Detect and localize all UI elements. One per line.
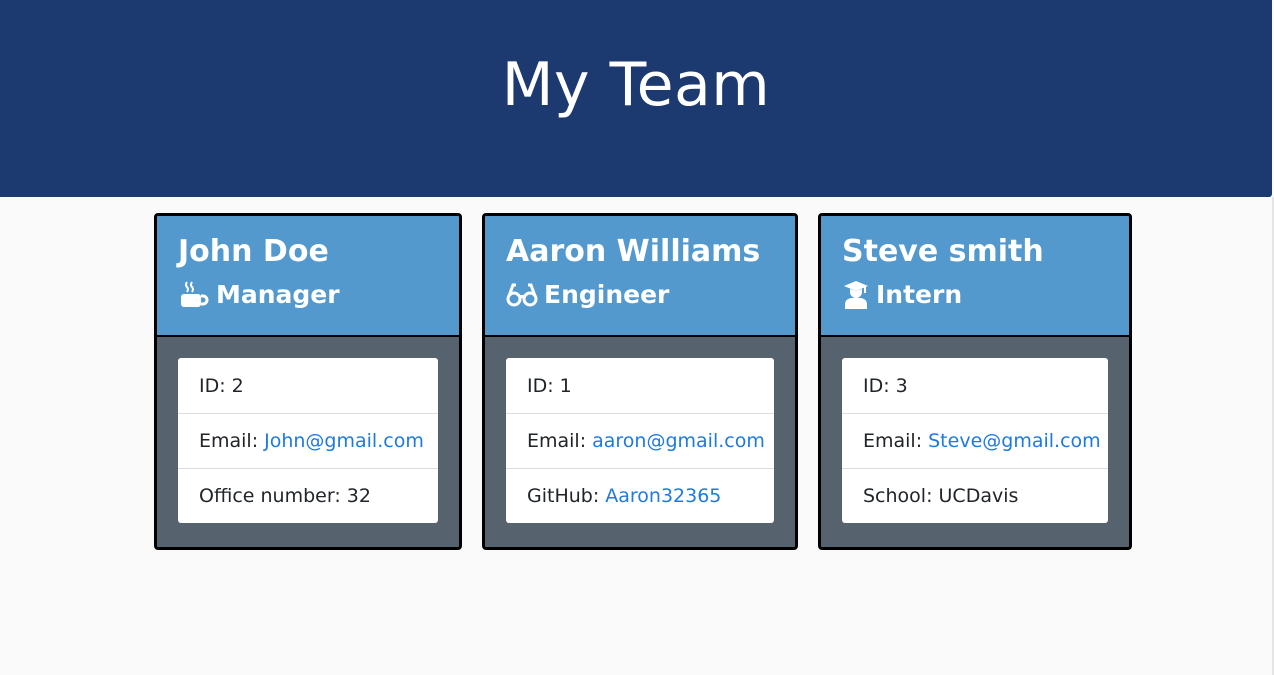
- email-link[interactable]: Steve@gmail.com: [928, 430, 1101, 452]
- graduate-icon: [842, 280, 870, 310]
- list-item-github: GitHub: Aaron32365: [506, 468, 774, 523]
- page: My Team John Doe Manager ID: 2 Email: Jo…: [0, 0, 1274, 675]
- list-item-email: Email: aaron@gmail.com: [506, 413, 774, 468]
- employee-card-intern: Steve smith Intern ID: 3 Email: Steve@gm…: [818, 213, 1132, 550]
- employee-name: Aaron Williams: [506, 234, 761, 269]
- id-text: ID: 2: [199, 374, 244, 397]
- list-item-id: ID: 3: [842, 358, 1108, 413]
- list-item-id: ID: 2: [178, 358, 438, 413]
- email-label: Email:: [527, 430, 587, 452]
- info-list: ID: 1 Email: aaron@gmail.com GitHub: Aar…: [506, 358, 774, 523]
- card-header: Steve smith Intern: [821, 216, 1129, 337]
- coffee-icon: [178, 280, 210, 310]
- email-label: Email:: [863, 430, 923, 452]
- list-item-email: Email: Steve@gmail.com: [842, 413, 1108, 468]
- employee-name: Steve smith: [842, 234, 1044, 269]
- list-item-school: School: UCDavis: [842, 468, 1108, 523]
- employee-card-manager: John Doe Manager ID: 2 Email: John@gmail…: [154, 213, 462, 550]
- card-header: John Doe Manager: [157, 216, 459, 337]
- info-list: ID: 3 Email: Steve@gmail.com School: UCD…: [842, 358, 1108, 523]
- info-list: ID: 2 Email: John@gmail.com Office numbe…: [178, 358, 438, 523]
- school-text: School: UCDavis: [863, 485, 1019, 507]
- employee-name: John Doe: [178, 234, 329, 269]
- list-item-id: ID: 1: [506, 358, 774, 413]
- email-link[interactable]: John@gmail.com: [264, 430, 424, 452]
- github-link[interactable]: Aaron32365: [605, 485, 721, 507]
- id-text: ID: 3: [863, 374, 908, 397]
- github-label: GitHub:: [527, 485, 600, 507]
- role-label: Intern: [876, 280, 963, 309]
- employee-role: Engineer: [506, 280, 795, 310]
- email-label: Email:: [199, 430, 259, 452]
- email-link[interactable]: aaron@gmail.com: [592, 430, 765, 452]
- employee-role: Intern: [842, 280, 1129, 310]
- list-item-email: Email: John@gmail.com: [178, 413, 438, 468]
- office-number-text: Office number: 32: [199, 485, 371, 507]
- id-text: ID: 1: [527, 374, 572, 397]
- employee-card-engineer: Aaron Williams Engineer ID: 1 Email: aar…: [482, 213, 798, 550]
- page-header: My Team: [0, 0, 1272, 197]
- list-item-office: Office number: 32: [178, 468, 438, 523]
- role-label: Engineer: [544, 280, 670, 309]
- glasses-icon: [506, 280, 538, 310]
- page-title: My Team: [501, 50, 771, 120]
- role-label: Manager: [216, 280, 340, 309]
- card-header: Aaron Williams Engineer: [485, 216, 795, 337]
- employee-role: Manager: [178, 280, 459, 310]
